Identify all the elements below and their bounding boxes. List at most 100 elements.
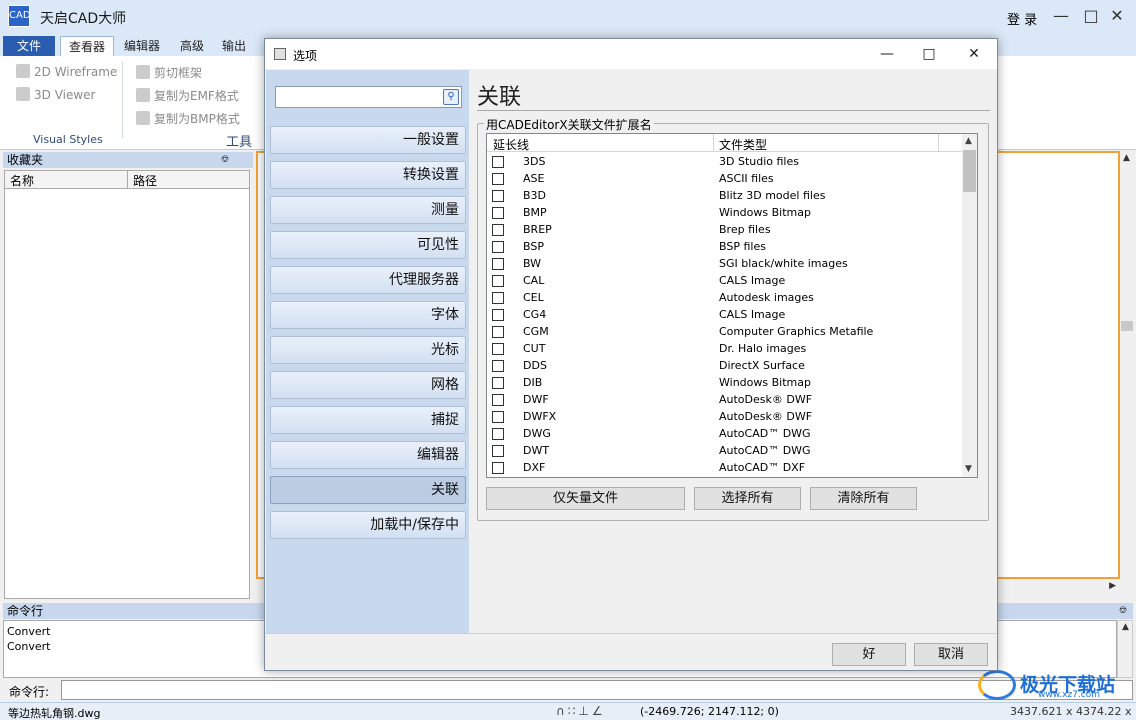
favorites-list[interactable]: [4, 189, 250, 599]
nav-cursor[interactable]: 光标: [270, 336, 466, 364]
association-checkbox[interactable]: [492, 190, 504, 202]
tab-file[interactable]: 文件: [3, 36, 55, 56]
list-item[interactable]: BREP Brep files: [487, 221, 962, 238]
column-name[interactable]: 名称: [10, 172, 34, 189]
copy-emf-button[interactable]: 复制为EMF格式: [136, 87, 239, 104]
association-checkbox[interactable]: [492, 241, 504, 253]
association-checkbox[interactable]: [492, 173, 504, 185]
association-checkbox[interactable]: [492, 394, 504, 406]
nav-visibility[interactable]: 可见性: [270, 231, 466, 259]
association-checkbox[interactable]: [492, 377, 504, 389]
scroll-up-icon[interactable]: ▲: [1122, 622, 1129, 632]
login-link[interactable]: 登 录: [1007, 9, 1037, 28]
association-checkbox[interactable]: [492, 343, 504, 355]
association-checkbox[interactable]: [492, 156, 504, 168]
tab-output[interactable]: 输出: [214, 36, 254, 56]
scroll-thumb[interactable]: [1121, 321, 1133, 331]
association-checkbox[interactable]: [492, 275, 504, 287]
association-checkbox[interactable]: [492, 258, 504, 270]
minimize-icon[interactable]: —: [877, 44, 897, 64]
list-item[interactable]: DWF AutoDesk® DWF: [487, 391, 962, 408]
copy-bmp-button[interactable]: 复制为BMP格式: [136, 110, 240, 127]
section-divider: [477, 110, 990, 111]
column-file-type[interactable]: 文件类型: [719, 136, 767, 153]
snap-toggle-icons[interactable]: ∩∷⊥∠: [556, 704, 606, 718]
nav-conversion[interactable]: 转换设置: [270, 161, 466, 189]
extension-label: DWFX: [523, 410, 557, 423]
options-search-input[interactable]: ⚲: [275, 86, 462, 108]
extension-label: B3D: [523, 189, 547, 202]
list-item[interactable]: CEL Autodesk images: [487, 289, 962, 306]
ok-button[interactable]: 好: [832, 643, 906, 666]
3d-viewer-button[interactable]: 3D Viewer: [16, 87, 95, 102]
list-item[interactable]: DWG AutoCAD™ DWG: [487, 425, 962, 442]
tab-viewer[interactable]: 查看器: [60, 36, 115, 56]
list-scrollbar[interactable]: ▲ ▼: [962, 134, 977, 477]
association-checkbox[interactable]: [492, 445, 504, 457]
maximize-icon[interactable]: □: [919, 44, 939, 64]
vector-only-button[interactable]: 仅矢量文件: [486, 487, 685, 510]
scroll-up-icon[interactable]: ▲: [965, 136, 972, 146]
scroll-up-icon[interactable]: ▲: [1123, 153, 1130, 163]
nav-grid[interactable]: 网格: [270, 371, 466, 399]
list-item[interactable]: DDS DirectX Surface: [487, 357, 962, 374]
list-item[interactable]: BSP BSP files: [487, 238, 962, 255]
list-item[interactable]: 3DS 3D Studio files: [487, 153, 962, 170]
nav-snap[interactable]: 捕捉: [270, 406, 466, 434]
association-checkbox[interactable]: [492, 292, 504, 304]
association-checkbox[interactable]: [492, 326, 504, 338]
association-checkbox[interactable]: [492, 428, 504, 440]
clip-frame-button[interactable]: 剪切框架: [136, 64, 202, 81]
list-item[interactable]: CUT Dr. Halo images: [487, 340, 962, 357]
scroll-thumb[interactable]: [963, 150, 976, 192]
scroll-right-icon[interactable]: ▶: [1109, 581, 1116, 591]
list-item[interactable]: CAL CALS Image: [487, 272, 962, 289]
list-item[interactable]: ASE ASCII files: [487, 170, 962, 187]
list-item[interactable]: DWFX AutoDesk® DWF: [487, 408, 962, 425]
list-item[interactable]: BW SGI black/white images: [487, 255, 962, 272]
pin-icon[interactable]: ⎊: [221, 152, 229, 168]
list-item[interactable]: DIB Windows Bitmap: [487, 374, 962, 391]
scroll-down-icon[interactable]: ▼: [965, 464, 972, 474]
canvas-vertical-scrollbar[interactable]: ▲: [1120, 151, 1134, 579]
column-extension[interactable]: 延长线: [493, 136, 529, 153]
close-icon[interactable]: ✕: [1106, 6, 1128, 28]
extension-list[interactable]: 延长线 文件类型 3DS 3D Studio files ASE ASCII file…: [486, 133, 978, 478]
list-item[interactable]: BMP Windows Bitmap: [487, 204, 962, 221]
list-item[interactable]: DXF AutoCAD™ DXF: [487, 459, 962, 476]
cancel-button[interactable]: 取消: [914, 643, 988, 666]
column-path[interactable]: 路径: [133, 172, 157, 189]
association-checkbox[interactable]: [492, 462, 504, 474]
search-icon[interactable]: ⚲: [443, 89, 459, 105]
2d-wireframe-button[interactable]: 2D Wireframe: [16, 64, 117, 79]
association-checkbox[interactable]: [492, 309, 504, 321]
ribbon-separator: [122, 62, 123, 138]
file-type-label: Computer Graphics Metafile: [719, 325, 874, 338]
close-icon[interactable]: ✕: [964, 44, 984, 64]
nav-proxy[interactable]: 代理服务器: [270, 266, 466, 294]
select-all-button[interactable]: 选择所有: [694, 487, 801, 510]
association-checkbox[interactable]: [492, 411, 504, 423]
association-checkbox[interactable]: [492, 207, 504, 219]
association-checkbox[interactable]: [492, 360, 504, 372]
nav-measure[interactable]: 测量: [270, 196, 466, 224]
list-item[interactable]: CGM Computer Graphics Metafile: [487, 323, 962, 340]
nav-association[interactable]: 关联: [270, 476, 466, 504]
minimize-icon[interactable]: —: [1050, 6, 1072, 28]
nav-load-save[interactable]: 加载中/保存中: [270, 511, 466, 539]
nav-fonts[interactable]: 字体: [270, 301, 466, 329]
dialog-icon: [274, 48, 286, 60]
nav-editor[interactable]: 编辑器: [270, 441, 466, 469]
tab-advanced[interactable]: 高级: [172, 36, 212, 56]
list-item[interactable]: DWT AutoCAD™ DWG: [487, 442, 962, 459]
tab-editor[interactable]: 编辑器: [116, 36, 168, 56]
extension-label: BMP: [523, 206, 547, 219]
clear-all-button[interactable]: 清除所有: [810, 487, 917, 510]
command-input[interactable]: [61, 680, 1133, 700]
pin-icon[interactable]: ⎊: [1119, 603, 1127, 619]
association-checkbox[interactable]: [492, 224, 504, 236]
list-item[interactable]: CG4 CALS Image: [487, 306, 962, 323]
list-item[interactable]: B3D Blitz 3D model files: [487, 187, 962, 204]
maximize-icon[interactable]: □: [1080, 6, 1102, 28]
nav-general[interactable]: 一般设置: [270, 126, 466, 154]
